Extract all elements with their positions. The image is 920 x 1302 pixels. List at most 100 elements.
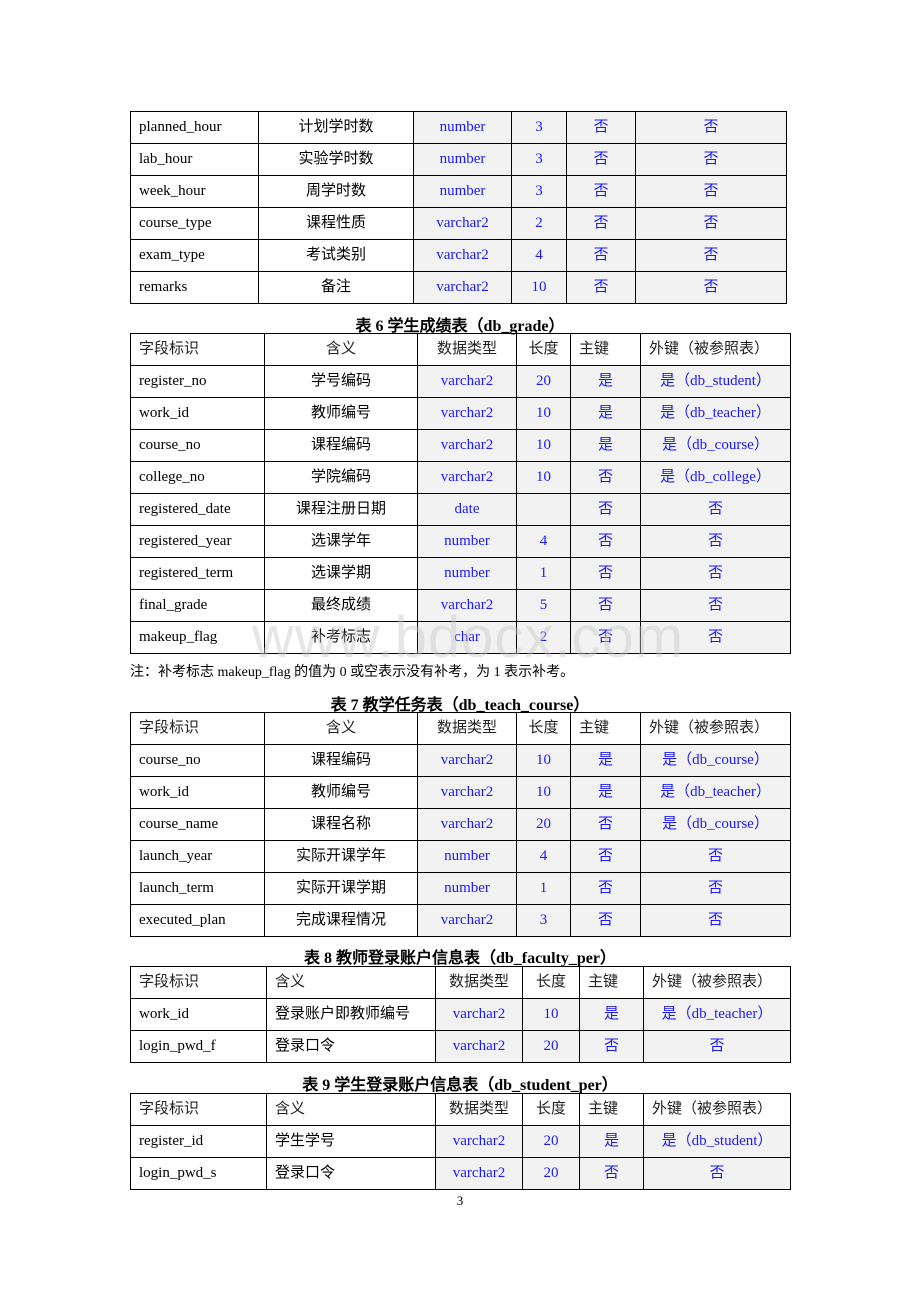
header-data-type: 数据类型 bbox=[417, 712, 517, 745]
header-primary-key: 主键 bbox=[579, 966, 644, 999]
cell-meaning: 考试类别 bbox=[258, 239, 414, 272]
table6-note: 注：补考标志 makeup_flag 的值为 0 或空表示没有补考，为 1 表示… bbox=[130, 665, 575, 680]
header-meaning: 含义 bbox=[266, 966, 436, 999]
cell-meaning: 课程编码 bbox=[264, 429, 418, 462]
cell-length: 1 bbox=[516, 557, 571, 590]
cell-foreign-key: 否 bbox=[635, 239, 787, 272]
table-row: registered_year 选课学年 number 4 否否 bbox=[130, 525, 791, 558]
cell-meaning: 选课学年 bbox=[264, 525, 418, 558]
cell-meaning: 课程性质 bbox=[258, 207, 414, 240]
cell-primary-key: 是 bbox=[579, 998, 644, 1031]
cell-field-id: work_id bbox=[130, 998, 267, 1031]
cell-field-id: makeup_flag bbox=[130, 621, 265, 654]
header-data-type: 数据类型 bbox=[435, 1093, 523, 1126]
header-length: 长度 bbox=[516, 333, 571, 366]
cell-length: 10 bbox=[516, 429, 571, 462]
header-primary-key: 主键 bbox=[570, 712, 641, 745]
cell-field-id: executed_plan bbox=[130, 904, 265, 937]
cell-primary-key: 否 bbox=[570, 904, 641, 937]
cell-field-id: work_id bbox=[130, 397, 265, 430]
cell-length: 5 bbox=[516, 589, 571, 622]
cell-field-id: registered_date bbox=[130, 493, 265, 526]
table-row: login_pwd_f 登录口令 varchar2 20 否否 bbox=[130, 1030, 791, 1063]
header-field-id: 字段标识 bbox=[130, 966, 267, 999]
cell-data-type: varchar2 bbox=[417, 397, 517, 430]
table-row: course_no 课程编码 varchar2 10 是是（db_course） bbox=[130, 429, 791, 462]
cell-meaning: 教师编号 bbox=[264, 397, 418, 430]
cell-primary-key: 否 bbox=[579, 1157, 644, 1190]
header-foreign-key: 外键（被参照表） bbox=[640, 712, 791, 745]
cell-data-type: varchar2 bbox=[435, 1125, 523, 1158]
table9-caption: 表 9 学生登录账户信息表（db_student_per） bbox=[302, 1077, 618, 1094]
cell-field-id: planned_hour bbox=[130, 111, 259, 144]
cell-primary-key: 否 bbox=[570, 872, 641, 905]
table-row: launch_term 实际开课学期 number 1 否否 bbox=[130, 872, 791, 905]
cell-primary-key: 否 bbox=[566, 143, 636, 176]
cell-data-type: varchar2 bbox=[435, 1157, 523, 1190]
cell-field-id: work_id bbox=[130, 776, 265, 809]
cell-data-type: varchar2 bbox=[417, 429, 517, 462]
header-primary-key: 主键 bbox=[579, 1093, 644, 1126]
cell-data-type: varchar2 bbox=[413, 271, 512, 304]
cell-data-type: number bbox=[413, 175, 512, 208]
cell-length: 3 bbox=[516, 904, 571, 937]
table-row: work_id 登录账户即教师编号 varchar2 10 是是（db_teacher） bbox=[130, 998, 791, 1031]
cell-meaning: 学生学号 bbox=[266, 1125, 436, 1158]
cell-meaning: 周学时数 bbox=[258, 175, 414, 208]
cell-length: 4 bbox=[516, 525, 571, 558]
cell-foreign-key: 是（db_course） bbox=[640, 808, 791, 841]
cell-field-id: week_hour bbox=[130, 175, 259, 208]
cell-data-type: char bbox=[417, 621, 517, 654]
cell-data-type: varchar2 bbox=[435, 1030, 523, 1063]
header-field-id: 字段标识 bbox=[130, 1093, 267, 1126]
cell-length: 10 bbox=[516, 744, 571, 777]
cell-primary-key: 否 bbox=[566, 271, 636, 304]
cell-length: 2 bbox=[511, 207, 567, 240]
cell-primary-key: 否 bbox=[570, 461, 641, 494]
table-row: register_id 学生学号 varchar2 20 是是（db_student） bbox=[130, 1125, 791, 1158]
header-data-type: 数据类型 bbox=[435, 966, 523, 999]
cell-foreign-key: 否 bbox=[640, 621, 791, 654]
cell-field-id: login_pwd_s bbox=[130, 1157, 267, 1190]
header-primary-key: 主键 bbox=[570, 333, 641, 366]
cell-data-type: varchar2 bbox=[417, 808, 517, 841]
cell-primary-key: 是 bbox=[570, 744, 641, 777]
cell-data-type: varchar2 bbox=[417, 589, 517, 622]
cell-field-id: register_no bbox=[130, 365, 265, 398]
cell-meaning: 最终成绩 bbox=[264, 589, 418, 622]
table-row: register_no 学号编码 varchar2 20 是是（db_student） bbox=[130, 365, 791, 398]
cell-field-id: exam_type bbox=[130, 239, 259, 272]
cell-length: 20 bbox=[516, 365, 571, 398]
table-row: registered_term 选课学期 number 1 否否 bbox=[130, 557, 791, 590]
cell-foreign-key: 否 bbox=[640, 589, 791, 622]
table-row: lab_hour 实验学时数 number 3 否否 bbox=[130, 143, 787, 176]
cell-length: 4 bbox=[516, 840, 571, 873]
cell-meaning: 课程编码 bbox=[264, 744, 418, 777]
cell-meaning: 登录口令 bbox=[266, 1030, 436, 1063]
cell-data-type: number bbox=[417, 872, 517, 905]
cell-foreign-key: 否 bbox=[640, 493, 791, 526]
cell-data-type: varchar2 bbox=[435, 998, 523, 1031]
cell-length: 20 bbox=[522, 1030, 580, 1063]
table-row: makeup_flag 补考标志 char 2 否否 bbox=[130, 621, 791, 654]
cell-foreign-key: 否 bbox=[635, 271, 787, 304]
cell-data-type: varchar2 bbox=[417, 365, 517, 398]
cell-primary-key: 否 bbox=[570, 493, 641, 526]
cell-length: 3 bbox=[511, 175, 567, 208]
cell-length: 10 bbox=[522, 998, 580, 1031]
cell-length: 20 bbox=[522, 1157, 580, 1190]
cell-field-id: course_name bbox=[130, 808, 265, 841]
cell-field-id: college_no bbox=[130, 461, 265, 494]
table8-caption: 表 8 教师登录账户信息表（db_faculty_per） bbox=[303, 950, 616, 967]
cell-foreign-key: 否 bbox=[635, 207, 787, 240]
cell-data-type: date bbox=[417, 493, 517, 526]
cell-foreign-key: 否 bbox=[635, 111, 787, 144]
cell-field-id: launch_year bbox=[130, 840, 265, 873]
cell-foreign-key: 是（db_teacher） bbox=[640, 397, 791, 430]
header-field-id: 字段标识 bbox=[130, 333, 265, 366]
cell-primary-key: 是 bbox=[570, 429, 641, 462]
cell-meaning: 课程名称 bbox=[264, 808, 418, 841]
cell-meaning: 实际开课学期 bbox=[264, 872, 418, 905]
cell-foreign-key: 是（db_student） bbox=[643, 1125, 791, 1158]
cell-foreign-key: 否 bbox=[643, 1030, 791, 1063]
